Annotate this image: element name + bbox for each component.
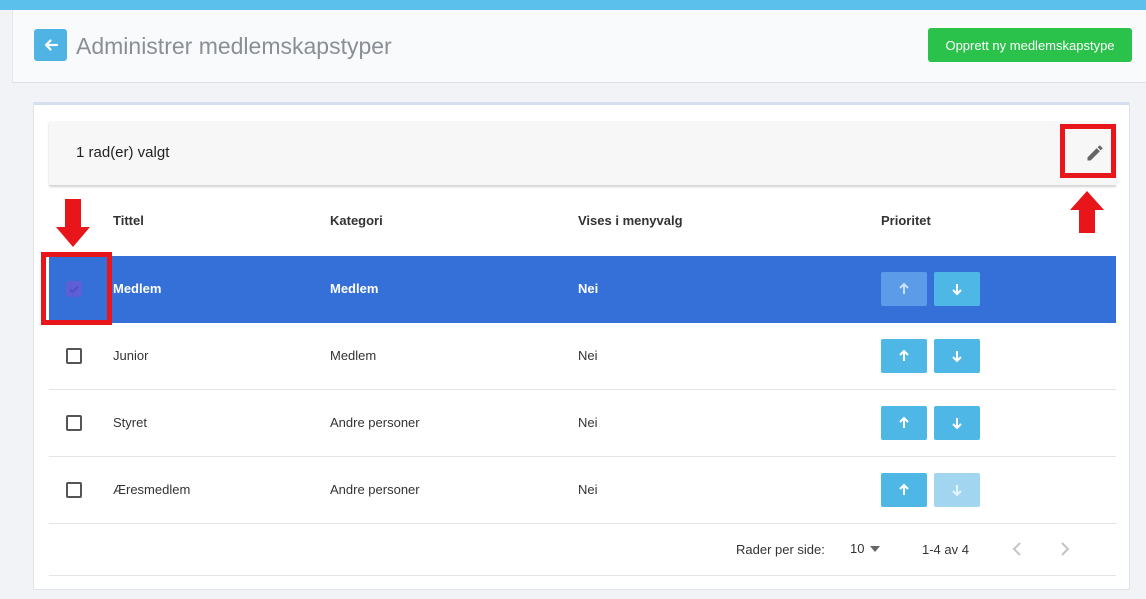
row-category: Andre personer	[330, 415, 420, 430]
caret-down-icon	[870, 545, 881, 552]
move-up-button[interactable]	[881, 272, 927, 306]
row-checkbox[interactable]	[66, 348, 82, 364]
rows-per-page-select[interactable]: 10	[850, 541, 881, 556]
pencil-icon	[1087, 145, 1103, 161]
move-up-button[interactable]	[881, 473, 927, 507]
row-menu-visible: Nei	[578, 281, 599, 296]
check-icon	[69, 285, 79, 294]
footer-divider	[49, 575, 1116, 576]
table-row[interactable]: Æresmedlem Andre personer Nei	[49, 457, 1116, 524]
arrow-down-icon	[952, 418, 962, 430]
create-membership-type-button[interactable]: Opprett ny medlemskapstype	[928, 28, 1132, 62]
membership-types-card: 1 rad(er) valgt Tittel Kategori Vises i …	[33, 102, 1130, 590]
row-category: Medlem	[330, 348, 377, 363]
annotation-arrow-up-icon	[1070, 191, 1104, 233]
rows-per-page-label: Rader per side:	[736, 542, 825, 557]
table-row[interactable]: Medlem Medlem Nei	[49, 256, 1116, 323]
move-down-button[interactable]	[934, 473, 980, 507]
column-header-title[interactable]: Tittel	[113, 213, 144, 228]
previous-page-button[interactable]	[1005, 537, 1029, 561]
arrow-left-icon	[44, 39, 58, 51]
back-button[interactable]	[34, 29, 67, 61]
row-title: Junior	[113, 348, 149, 363]
page-title: Administrer medlemskapstyper	[76, 33, 392, 59]
move-down-button[interactable]	[934, 272, 980, 306]
rows-per-page-value: 10	[850, 541, 865, 556]
table-row[interactable]: Junior Medlem Nei	[49, 323, 1116, 390]
column-header-priority[interactable]: Prioritet	[881, 213, 931, 228]
table-row[interactable]: Styret Andre personer Nei	[49, 390, 1116, 457]
row-checkbox[interactable]	[66, 281, 82, 297]
arrow-down-icon	[952, 351, 962, 363]
arrow-up-icon	[899, 416, 909, 428]
selection-toolbar: 1 rad(er) valgt	[49, 121, 1116, 185]
pagination-range: 1-4 av 4	[922, 542, 969, 557]
page-header: Administrer medlemskapstyper Opprett ny …	[12, 10, 1146, 83]
arrow-down-icon	[952, 284, 962, 296]
row-checkbox[interactable]	[66, 415, 82, 431]
move-up-button[interactable]	[881, 406, 927, 440]
row-title: Æresmedlem	[113, 482, 191, 497]
annotation-arrow-down-icon	[56, 199, 90, 247]
top-accent-bar	[0, 0, 1146, 10]
chevron-right-icon	[1061, 542, 1070, 556]
row-checkbox[interactable]	[66, 482, 82, 498]
row-title: Styret	[113, 415, 147, 430]
row-menu-visible: Nei	[578, 348, 598, 363]
move-up-button[interactable]	[881, 339, 927, 373]
selected-count: 1 rad(er) valgt	[76, 144, 170, 161]
move-down-button[interactable]	[934, 339, 980, 373]
row-category: Medlem	[330, 281, 379, 296]
row-title: Medlem	[113, 281, 162, 296]
arrow-down-icon	[952, 485, 962, 497]
row-category: Andre personer	[330, 482, 420, 497]
next-page-button[interactable]	[1053, 537, 1077, 561]
row-menu-visible: Nei	[578, 482, 598, 497]
move-down-button[interactable]	[934, 406, 980, 440]
arrow-up-icon	[899, 282, 909, 294]
arrow-up-icon	[899, 483, 909, 495]
arrow-up-icon	[899, 349, 909, 361]
column-header-menu[interactable]: Vises i menyvalg	[578, 213, 683, 228]
edit-button[interactable]	[1080, 138, 1110, 168]
column-header-category[interactable]: Kategori	[330, 213, 383, 228]
chevron-left-icon	[1012, 542, 1021, 556]
row-menu-visible: Nei	[578, 415, 598, 430]
